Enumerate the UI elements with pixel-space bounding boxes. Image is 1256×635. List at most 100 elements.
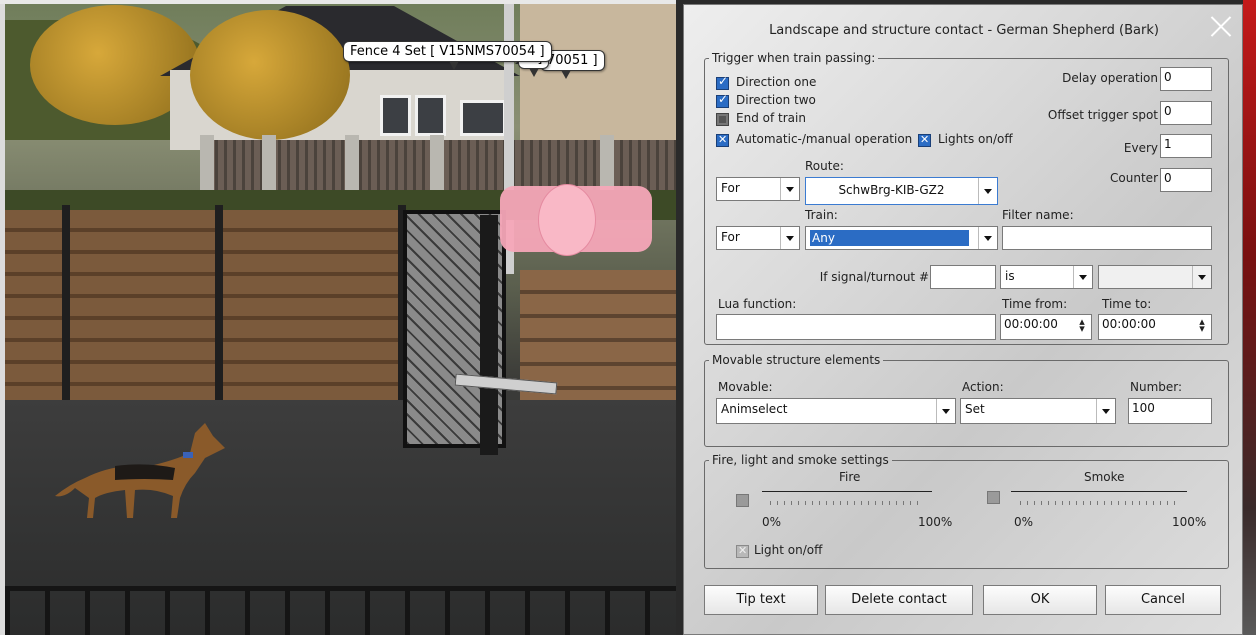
number-input[interactable]: 100 [1128,398,1212,424]
foreground-fence [5,586,676,635]
direction-two-checkbox[interactable] [716,92,729,108]
time-to-label: Time to: [1102,297,1152,311]
auto-manual-checkbox[interactable] [716,133,729,147]
smoke-max-label: 100% [1172,515,1207,529]
auto-manual-label: Automatic-/manual operation [736,132,913,146]
time-from-value: 00:00:00 [1004,317,1058,331]
window [415,95,446,136]
route-label: Route: [805,159,844,173]
every-label: Every [1123,141,1158,155]
offset-label: Offset trigger spot [1047,108,1158,122]
close-icon[interactable] [1210,15,1232,37]
tree [190,10,350,140]
chevron-down-icon [1096,399,1115,423]
lua-input[interactable] [716,314,996,340]
train-value: Any [810,230,969,246]
end-of-train-label: End of train [736,111,806,125]
fire-label: Fire [839,470,861,484]
lights-label: Lights on/off [938,132,1013,146]
fence-post [62,205,70,415]
chevron-down-icon [780,178,799,200]
fire-checkbox[interactable] [736,494,749,507]
filter-label: Filter name: [1002,208,1074,222]
time-from-input[interactable]: 00:00:00 ▴ ▾ [1000,314,1092,340]
train-for-dropdown[interactable]: For [716,226,800,250]
fire-max-label: 100% [918,515,953,529]
route-dropdown[interactable]: SchwBrg-KIB-GZ2 [805,177,998,205]
object-tooltip: Fence 4 Set [ V15NMS70054 ] [343,41,552,70]
contact-marker-ball[interactable] [538,184,596,256]
is-dropdown[interactable]: is [1000,265,1093,289]
action-label: Action: [962,380,1004,394]
lights-checkbox[interactable] [918,133,931,147]
window [380,95,411,136]
chevron-down-icon [780,227,799,249]
chevron-down-icon [978,178,997,204]
fire-slider-ticks [770,501,920,505]
smoke-checkbox[interactable] [987,491,1000,504]
background-edge [1243,0,1256,635]
delay-label: Delay operation [1062,71,1158,85]
counter-label: Counter [1110,171,1158,185]
light-checkbox[interactable] [736,544,749,558]
smoke-slider-ticks [1020,501,1180,505]
action-dropdown[interactable]: Set [960,398,1116,424]
movable-legend: Movable structure elements [712,353,881,367]
scene-border [0,0,676,4]
smoke-slider-track[interactable] [1011,491,1187,492]
direction-two-label: Direction two [736,93,816,107]
dog-model[interactable] [55,418,225,523]
fire-slider-track[interactable] [762,491,932,492]
scene-border [0,0,5,635]
window [460,100,506,136]
tip-text-button[interactable]: Tip text [704,585,818,615]
dialog-title: Landscape and structure contact - German… [769,23,1159,38]
train-label: Train: [805,208,838,222]
time-to-value: 00:00:00 [1102,317,1156,331]
chevron-down-icon [1073,266,1092,288]
end-of-train-checkbox[interactable] [716,113,729,126]
train-for-value: For [721,230,740,244]
movable-label: Movable: [718,380,773,394]
route-for-dropdown[interactable]: For [716,177,800,201]
signal-state-dropdown[interactable] [1098,265,1212,289]
direction-one-label: Direction one [736,75,817,89]
signal-label: If signal/turnout # [819,270,929,284]
scene-viewport[interactable]: 70051 ] 2 ] Fence 4 Set [ V15NMS70054 ] [0,0,676,635]
cancel-button[interactable]: Cancel [1105,585,1221,615]
light-label: Light on/off [754,543,823,557]
movable-value: Animselect [721,402,788,416]
movable-dropdown[interactable]: Animselect [716,398,956,424]
spinner-icon[interactable]: ▴ ▾ [1195,316,1209,334]
ok-button[interactable]: OK [983,585,1097,615]
route-for-value: For [721,181,740,195]
chevron-down-icon [1192,266,1211,288]
trigger-legend: Trigger when train passing: [712,51,876,65]
every-input[interactable]: 1 [1160,134,1212,158]
counter-input[interactable]: 0 [1160,168,1212,192]
route-value: SchwBrg-KIB-GZ2 [838,183,945,197]
offset-input[interactable]: 0 [1160,101,1212,125]
contact-dialog: Landscape and structure contact - German… [683,4,1243,635]
time-to-input[interactable]: 00:00:00 ▴ ▾ [1098,314,1212,340]
time-from-label: Time from: [1002,297,1068,311]
delay-input[interactable]: 0 [1160,67,1212,91]
action-value: Set [965,402,985,416]
number-label: Number: [1130,380,1183,394]
is-value: is [1005,269,1015,283]
chevron-down-icon [936,399,955,423]
direction-one-checkbox[interactable] [716,74,729,90]
signal-input[interactable] [930,265,996,289]
fire-min-label: 0% [762,515,782,529]
smoke-label: Smoke [1084,470,1125,484]
train-dropdown[interactable]: Any [805,226,998,250]
lua-label: Lua function: [718,297,797,311]
smoke-min-label: 0% [1014,515,1034,529]
fire-legend: Fire, light and smoke settings [712,453,889,467]
filter-input[interactable] [1002,226,1212,250]
spinner-icon[interactable]: ▴ ▾ [1075,316,1089,334]
house-wall [520,4,676,144]
gate-post [480,215,498,455]
delete-contact-button[interactable]: Delete contact [825,585,973,615]
chevron-down-icon [978,227,997,249]
